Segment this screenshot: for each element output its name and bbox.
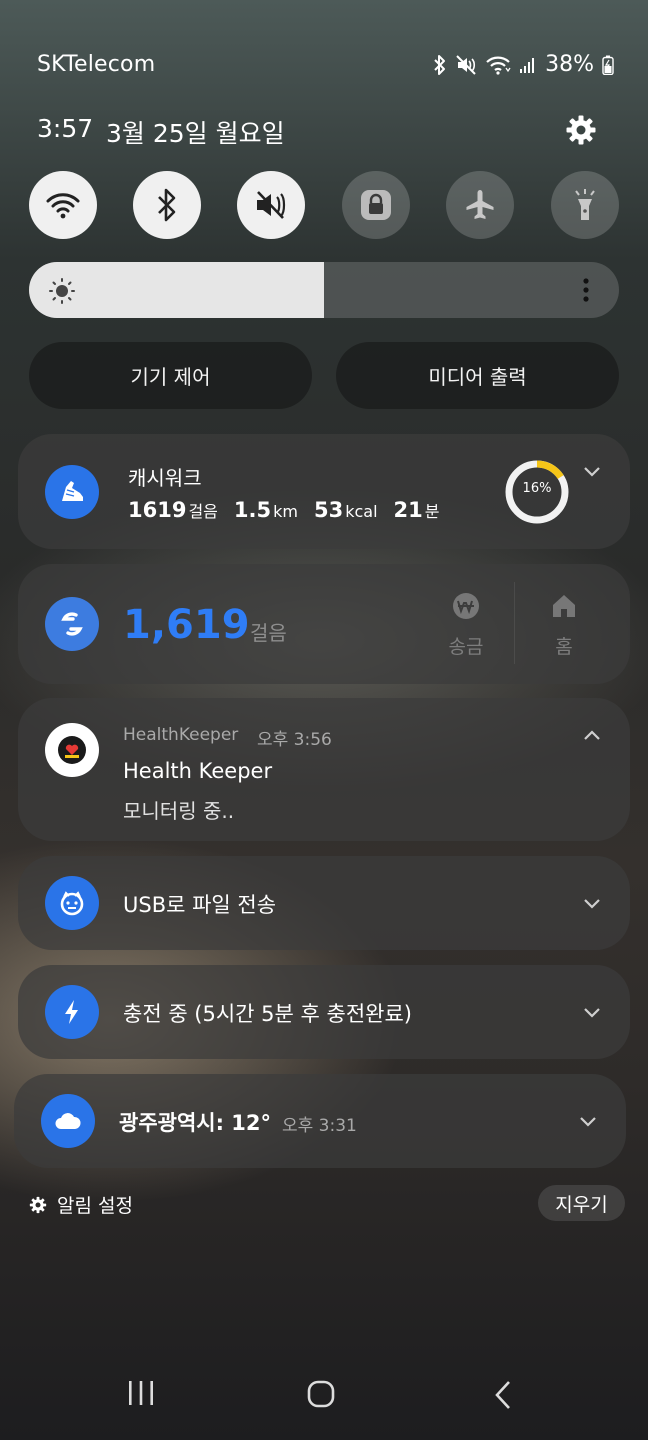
cashwalk-app-icon [45, 465, 99, 519]
step-app-icon [45, 597, 99, 651]
shoe-icon [57, 477, 87, 507]
heart-monitor-icon [57, 735, 87, 765]
rotation-lock-toggle[interactable] [342, 171, 410, 239]
charging-notification[interactable]: 충전 중 (5시간 5분 후 충전완료) [18, 965, 630, 1059]
cashwalk-notification[interactable]: 캐시워크 1619 걸음 1.5 km 53 kcal 21 분 16% [18, 434, 630, 549]
mute-icon [253, 189, 289, 221]
steps-value: 1619 [128, 498, 187, 522]
healthkeeper-app-name: HealthKeeper [123, 725, 239, 745]
device-control-button[interactable]: 기기 제어 [29, 342, 312, 409]
notification-settings-label: 알림 설정 [57, 1195, 133, 1217]
send-label: 송금 [448, 636, 484, 658]
kcal-unit: kcal [345, 502, 378, 521]
signal-icon [519, 56, 537, 74]
distance-value: 1.5 [233, 498, 272, 522]
clock: 3:57 [37, 114, 94, 143]
cloud-icon [53, 1109, 83, 1133]
send-money-button[interactable]: 송금 [446, 592, 486, 664]
healthkeeper-time: 오후 3:56 [257, 730, 332, 750]
battery-percent: 38% [545, 52, 594, 77]
vibrate-mute-icon [455, 54, 477, 75]
flashlight-toggle[interactable] [551, 171, 619, 239]
healthkeeper-title: Health Keeper [123, 759, 273, 783]
recent-apps-button[interactable] [127, 1380, 155, 1406]
chevron-down-icon[interactable] [580, 459, 604, 483]
progress-label: 16% [522, 481, 552, 496]
charging-title: 충전 중 (5시간 5분 후 충전완료) [123, 1002, 413, 1026]
flashlight-icon [570, 187, 600, 223]
lock-icon [358, 187, 394, 223]
more-options-icon[interactable] [580, 276, 592, 304]
sound-toggle[interactable] [237, 171, 305, 239]
lightning-icon [59, 997, 85, 1027]
usb-app-icon [45, 876, 99, 930]
wifi-icon [45, 190, 81, 220]
steps-unit: 걸음 [188, 502, 218, 521]
chevron-down-icon[interactable] [580, 1000, 604, 1024]
brightness-slider[interactable] [29, 262, 619, 318]
clear-all-button[interactable]: 지우기 [538, 1185, 625, 1221]
weather-title: 광주광역시: 12° [119, 1111, 272, 1135]
charging-app-icon [45, 985, 99, 1039]
back-arrow-icon [492, 1380, 514, 1410]
back-button[interactable] [492, 1380, 514, 1410]
distance-unit: km [273, 502, 298, 521]
healthkeeper-body: 모니터링 중.. [123, 799, 235, 823]
bluetooth-icon [433, 54, 447, 76]
swirl-icon [56, 608, 88, 640]
airplane-toggle[interactable] [446, 171, 514, 239]
cashwalk-app-name: 캐시워크 [128, 466, 202, 490]
progress-ring: 16% [504, 459, 570, 525]
divider [514, 582, 515, 664]
healthkeeper-notification[interactable]: HealthKeeper 오후 3:56 Health Keeper 모니터링 … [18, 698, 630, 841]
home-button[interactable]: 홈 [546, 592, 582, 664]
usb-notification[interactable]: USB로 파일 전송 [18, 856, 630, 950]
media-output-button[interactable]: 미디어 출력 [336, 342, 619, 409]
usb-title: USB로 파일 전송 [123, 893, 277, 917]
status-icons: 38% [433, 52, 614, 77]
settings-gear-icon[interactable] [565, 114, 597, 146]
home-circle-icon [307, 1380, 335, 1408]
battery-icon [602, 55, 614, 75]
home-nav-button[interactable] [307, 1380, 335, 1408]
gear-icon [29, 1196, 47, 1214]
kcal-value: 53 [313, 498, 344, 522]
bluetooth-toggle[interactable] [133, 171, 201, 239]
chevron-down-icon[interactable] [576, 1109, 600, 1133]
usb-icon [57, 888, 87, 918]
weather-app-icon [41, 1094, 95, 1148]
airplane-icon [462, 187, 498, 223]
minutes-value: 21 [393, 498, 423, 522]
won-icon [452, 592, 480, 620]
weather-notification[interactable]: 광주광역시: 12° 오후 3:31 [14, 1074, 626, 1168]
chevron-down-icon[interactable] [580, 891, 604, 915]
home-icon [550, 592, 578, 620]
weather-time: 오후 3:31 [282, 1116, 357, 1136]
step-count: 1,619 [123, 602, 250, 648]
healthkeeper-app-icon [45, 723, 99, 777]
sun-icon [48, 277, 76, 305]
step-unit: 걸음 [250, 621, 287, 645]
step-widget-notification[interactable]: 1,619 걸음 송금 홈 [18, 564, 630, 684]
carrier-name: SKTelecom [37, 52, 156, 77]
chevron-up-icon[interactable] [580, 724, 604, 748]
cashwalk-stats: 1619 걸음 1.5 km 53 kcal 21 분 [128, 498, 439, 522]
date: 3월 25일 월요일 [106, 119, 285, 148]
bluetooth-icon [156, 188, 178, 222]
minutes-unit: 분 [424, 502, 440, 521]
notification-settings-button[interactable]: 알림 설정 [29, 1191, 133, 1218]
wifi-icon [485, 55, 511, 75]
recent-apps-icon [127, 1380, 155, 1406]
home-label: 홈 [555, 636, 573, 658]
wifi-toggle[interactable] [29, 171, 97, 239]
